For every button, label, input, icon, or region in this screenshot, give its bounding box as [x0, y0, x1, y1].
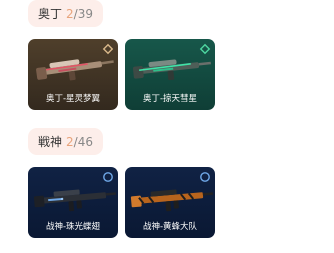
diamond-badge-icon	[102, 43, 114, 55]
group-name: 奥丁	[38, 7, 63, 21]
ring-badge-icon	[103, 172, 113, 182]
skin-name: 战神-黄蜂大队	[142, 222, 198, 232]
skin-card-ares-hornet[interactable]: 战神-黄蜂大队	[125, 167, 215, 238]
group-name: 戦神	[38, 135, 63, 149]
skin-card-ares-pearlwing[interactable]: 战神-珠光蝶翅	[28, 167, 118, 238]
group-header-ares: 戦神 2/46	[28, 128, 103, 155]
skin-name: 奥丁-掠天彗星	[142, 94, 198, 104]
skin-name: 奥丁-星灵梦翼	[45, 94, 101, 104]
group-header-odin: 奥丁 2/39	[28, 0, 103, 27]
total-count: 39	[77, 6, 93, 21]
ring-badge-icon	[200, 172, 210, 182]
diamond-badge-icon	[199, 43, 211, 55]
total-count: 46	[77, 134, 93, 149]
collected-count: 2	[66, 6, 74, 21]
skin-name: 战神-珠光蝶翅	[45, 222, 101, 232]
collected-count: 2	[66, 134, 74, 149]
skin-card-odin-comet[interactable]: 奥丁-掠天彗星	[125, 39, 215, 110]
skin-card-odin-starwing[interactable]: 奥丁-星灵梦翼	[28, 39, 118, 110]
